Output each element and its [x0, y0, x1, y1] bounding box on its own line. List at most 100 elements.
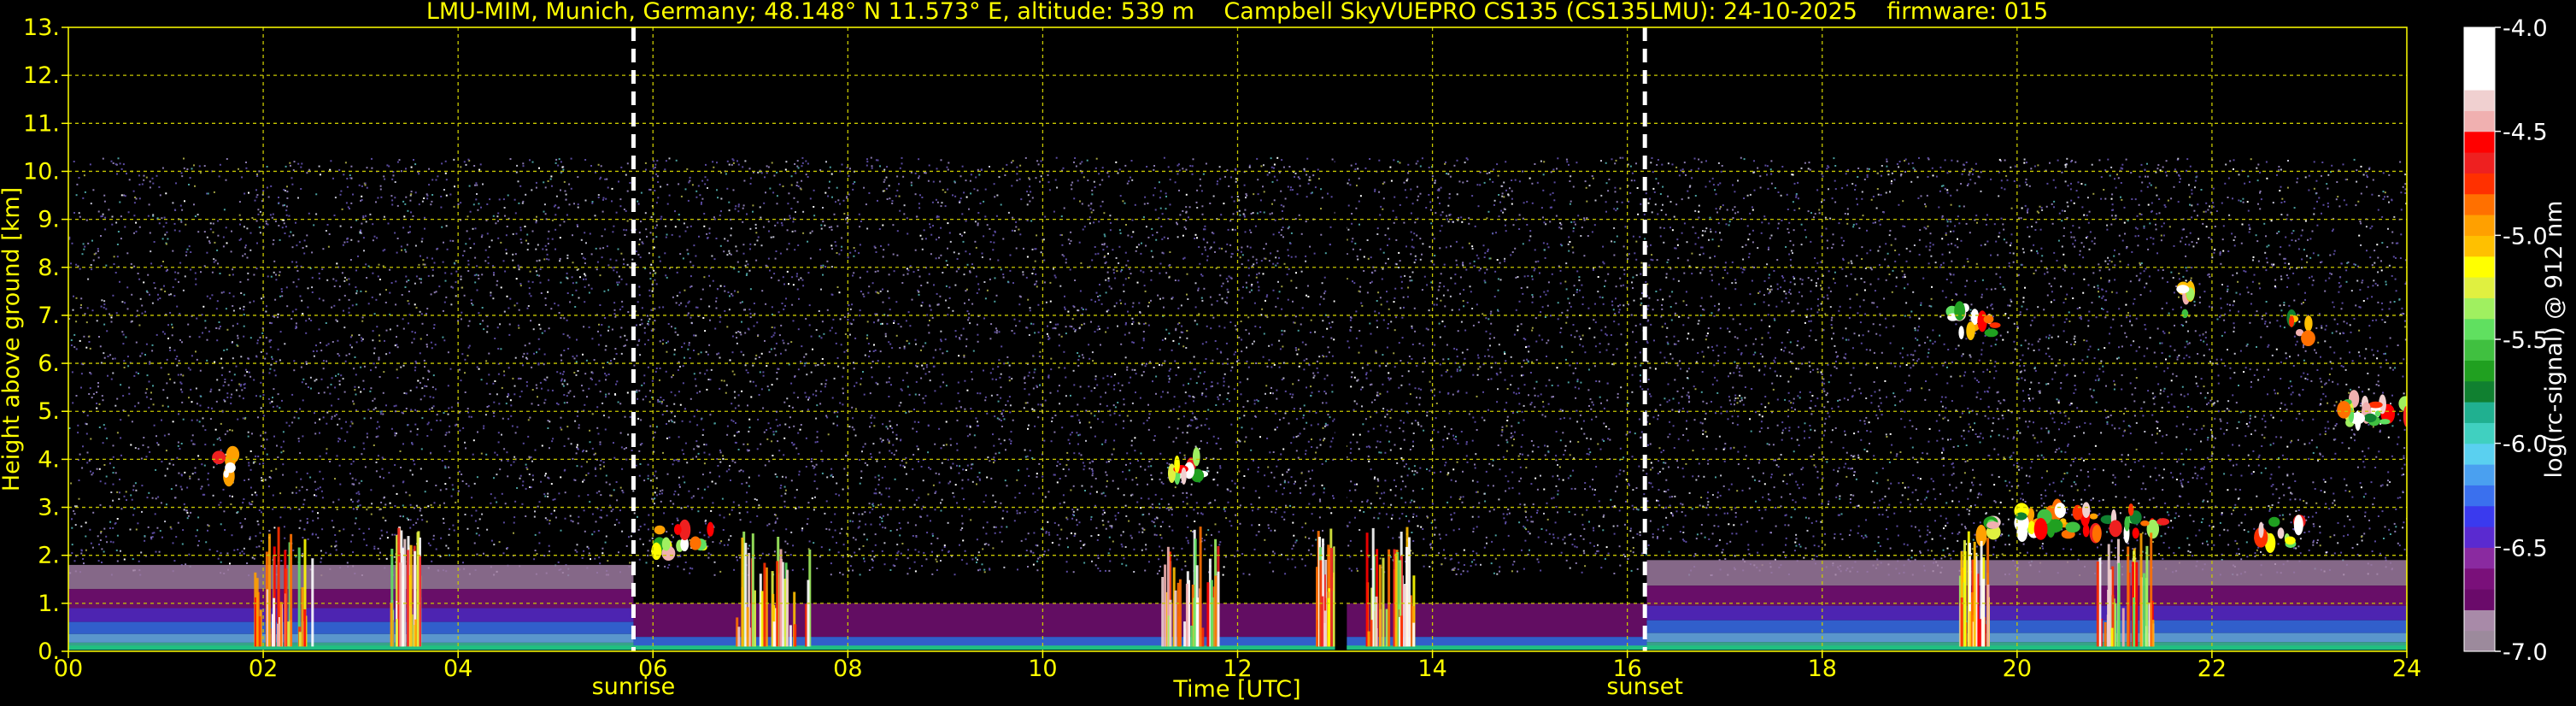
noise-speck: [1477, 368, 1480, 370]
noise-speck: [141, 485, 144, 487]
noise-speck: [1280, 190, 1282, 192]
noise-speck: [794, 249, 796, 251]
noise-speck: [1737, 211, 1740, 214]
noise-speck: [335, 279, 337, 282]
noise-speck: [878, 523, 881, 526]
noise-speck: [1054, 323, 1057, 326]
noise-speck: [2134, 235, 2137, 238]
noise-speck: [146, 374, 149, 377]
noise-speck: [703, 488, 706, 491]
noise-speck: [1402, 430, 1405, 432]
noise-speck: [2377, 271, 2379, 274]
noise-speck: [2272, 493, 2274, 496]
noise-speck: [2357, 386, 2360, 389]
noise-speck: [1984, 391, 1986, 393]
noise-speck: [1417, 421, 1419, 424]
noise-speck: [1802, 497, 1804, 499]
noise-speck: [1327, 346, 1329, 349]
noise-speck: [2002, 285, 2004, 288]
noise-speck: [182, 529, 185, 532]
noise-speck: [2148, 275, 2151, 278]
noise-speck: [1428, 194, 1430, 196]
noise-speck: [1650, 462, 1652, 464]
noise-speck: [2073, 273, 2075, 275]
noise-speck: [2133, 461, 2136, 463]
noise-speck: [1097, 296, 1099, 297]
noise-speck: [1044, 215, 1047, 218]
noise-speck: [114, 272, 117, 274]
noise-speck: [286, 305, 289, 308]
noise-speck: [535, 221, 537, 224]
noise-speck: [2389, 481, 2391, 483]
noise-speck: [782, 185, 784, 187]
noise-speck: [2277, 502, 2280, 504]
noise-speck: [1026, 455, 1029, 457]
noise-speck: [1909, 510, 1911, 513]
noise-speck: [103, 200, 106, 203]
noise-speck: [206, 295, 208, 297]
noise-speck: [2390, 403, 2391, 405]
noise-speck: [577, 522, 579, 525]
noise-speck: [464, 441, 466, 444]
noise-speck: [645, 562, 648, 564]
noise-speck: [784, 540, 787, 543]
noise-speck: [789, 416, 791, 419]
noise-speck: [1259, 436, 1261, 438]
noise-speck: [408, 303, 410, 305]
noise-speck: [2226, 408, 2228, 410]
noise-speck: [1434, 182, 1436, 185]
noise-speck: [1564, 280, 1567, 283]
noise-speck: [899, 347, 901, 349]
noise-speck: [1138, 523, 1141, 526]
noise-speck: [266, 186, 268, 189]
noise-speck: [1488, 210, 1490, 213]
noise-speck: [1965, 444, 1968, 446]
noise-speck: [1443, 285, 1446, 288]
noise-speck: [829, 329, 831, 332]
noise-speck: [87, 242, 90, 244]
noise-speck: [1782, 350, 1785, 352]
noise-speck: [659, 260, 661, 262]
noise-speck: [1702, 429, 1705, 432]
noise-speck: [1294, 347, 1297, 349]
noise-speck: [871, 361, 874, 362]
noise-speck: [2079, 307, 2081, 309]
noise-speck: [1895, 285, 1898, 287]
noise-speck: [1759, 186, 1762, 189]
noise-speck: [1431, 175, 1434, 178]
noise-speck: [1206, 418, 1208, 421]
noise-speck: [232, 305, 234, 307]
noise-speck: [935, 238, 937, 241]
noise-speck: [1694, 243, 1697, 245]
noise-speck: [98, 336, 100, 338]
noise-speck: [1889, 547, 1892, 550]
noise-speck: [1746, 225, 1749, 227]
noise-speck: [1885, 191, 1887, 194]
noise-speck: [1602, 245, 1605, 248]
noise-speck: [1782, 551, 1785, 553]
noise-speck: [2165, 358, 2167, 361]
noise-speck: [209, 222, 212, 225]
noise-speck: [2143, 355, 2145, 357]
noise-speck: [1546, 342, 1548, 344]
noise-speck: [1185, 168, 1188, 171]
noise-speck: [1661, 308, 1664, 310]
noise-speck: [907, 557, 909, 560]
noise-speck: [1507, 480, 1510, 483]
noise-speck: [496, 327, 499, 329]
noise-speck: [1685, 303, 1687, 306]
noise-speck: [1080, 547, 1083, 550]
noise-speck: [1914, 168, 1916, 171]
noise-speck: [1723, 512, 1726, 515]
noise-speck: [892, 431, 895, 433]
noise-speck: [409, 519, 412, 521]
noise-speck: [995, 452, 997, 455]
noise-speck: [197, 544, 199, 547]
noise-speck: [1037, 163, 1040, 166]
noise-speck: [119, 201, 121, 203]
noise-speck: [2227, 489, 2229, 491]
noise-speck: [914, 524, 917, 527]
noise-speck: [903, 213, 906, 215]
noise-speck: [1231, 228, 1234, 231]
noise-speck: [1408, 468, 1411, 470]
